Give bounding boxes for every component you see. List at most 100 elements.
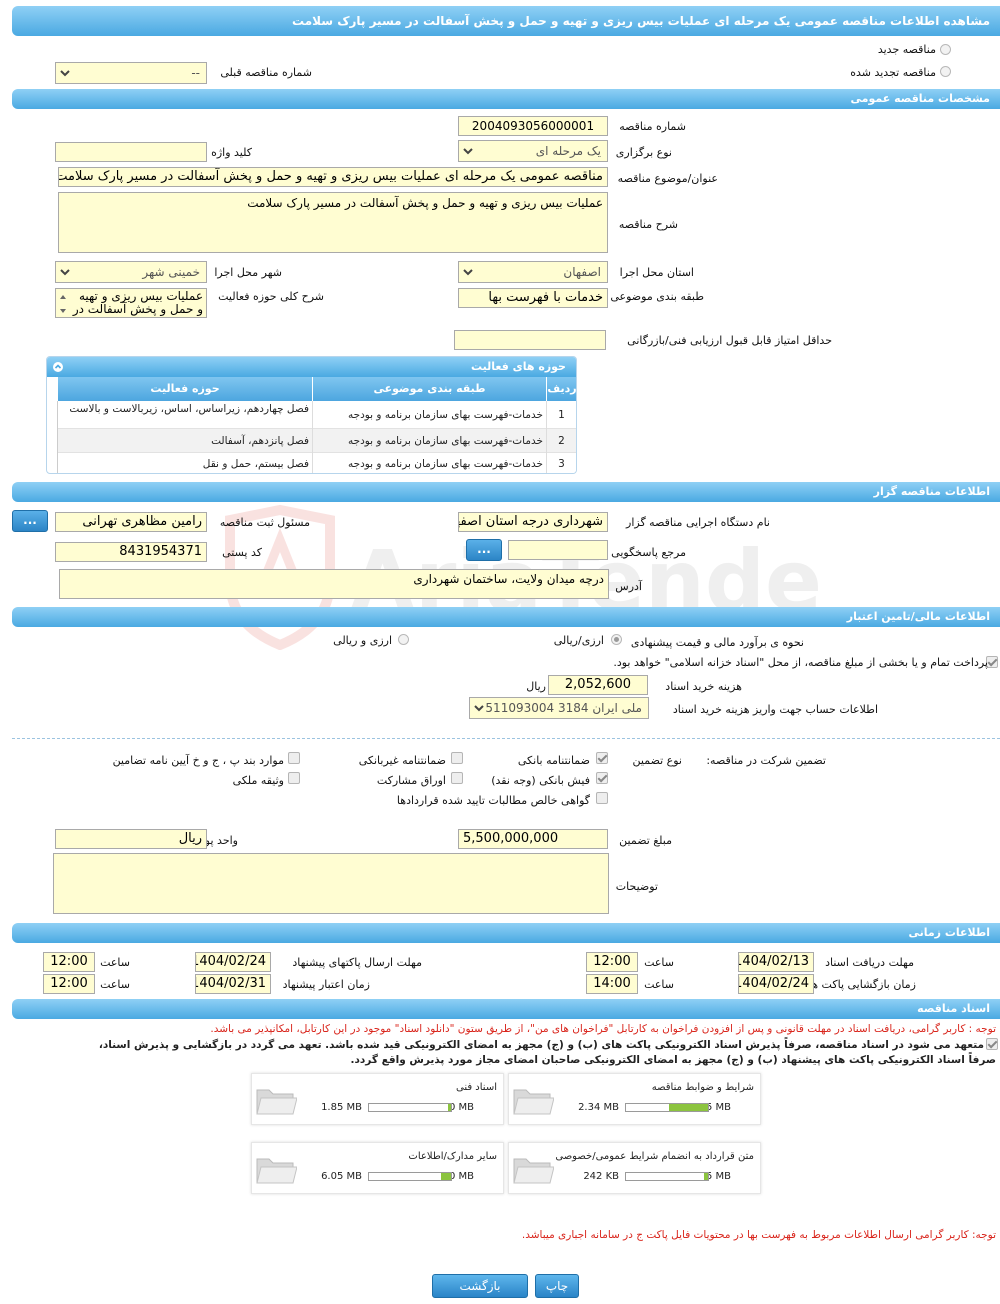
file-card[interactable]: سایر مدارک/اطلاعات 50 MB 6.05 MB bbox=[251, 1142, 504, 1194]
opening-date-field[interactable]: 1404/02/24 bbox=[738, 974, 814, 994]
folder-icon bbox=[256, 1158, 297, 1184]
guarantee-type-label: نوع تضمین bbox=[632, 754, 682, 767]
scroll-arrows-icon[interactable] bbox=[58, 292, 68, 316]
send-date-field[interactable]: 1404/02/24 bbox=[195, 952, 271, 972]
row-number: 2 bbox=[558, 435, 565, 447]
validity-date-field[interactable]: 1404/02/31 bbox=[195, 974, 271, 994]
new-tender-radio[interactable] bbox=[940, 44, 951, 55]
estimate-option-currency-or-rial[interactable] bbox=[611, 634, 622, 645]
tender-number-field[interactable]: 2004093056000001 bbox=[458, 116, 608, 136]
opening-hour-label: ساعت bbox=[644, 978, 674, 991]
guarantee-items-checkbox[interactable] bbox=[288, 752, 300, 764]
responsible-lookup-button[interactable]: ... bbox=[12, 510, 48, 532]
validity-time-field[interactable]: 12:00 bbox=[43, 974, 95, 994]
file-card[interactable]: شرایط و ضوابط مناقصه 5 MB 2.34 MB bbox=[508, 1073, 761, 1125]
docs-note-1: توجه : کاربر گرامی، دریافت اسناد در مهلت… bbox=[210, 1023, 996, 1035]
scope-field[interactable]: عملیات بیس ریزی و تهیه و حمل و پخش آسفال… bbox=[55, 288, 207, 318]
tender-type-select[interactable]: یک مرحله ای bbox=[458, 140, 608, 162]
subject-field[interactable]: مناقصه عمومی یک مرحله ای عملیات بیس ریزی… bbox=[58, 167, 608, 187]
new-tender-label: مناقصه جدید bbox=[877, 43, 936, 56]
guarantee-label: تضمین شرکت در مناقصه: bbox=[706, 754, 826, 767]
file-progress-fill bbox=[441, 1173, 451, 1180]
account-select[interactable]: ملی ایران 3184 511093004 bbox=[469, 697, 649, 719]
reference-field[interactable] bbox=[508, 540, 608, 560]
renewed-tender-radio[interactable] bbox=[940, 66, 951, 77]
row-area: فصل چهاردهم، زیراساس، اساس، زیربالاست و … bbox=[69, 403, 309, 415]
chevron-down-icon bbox=[463, 148, 473, 155]
row-category: خدمات-فهرست بهای سازمان برنامه و بودجه bbox=[347, 458, 543, 470]
collapse-icon[interactable] bbox=[53, 362, 63, 372]
section-general: مشخصات مناقصه عمومی bbox=[12, 89, 1000, 109]
org-field[interactable]: شهرداری درجه استان اصفهان bbox=[458, 512, 608, 532]
postal-code-field[interactable]: 8431954371 bbox=[55, 542, 207, 562]
row-category: خدمات-فهرست بهای سازمان برنامه و بودجه bbox=[347, 409, 543, 421]
guarantee-bonds-checkbox[interactable] bbox=[451, 772, 463, 784]
guarantee-cheque-checkbox[interactable] bbox=[596, 772, 608, 784]
keyword-label: کلید واژه bbox=[211, 146, 252, 159]
section-time: اطلاعات زمانی bbox=[12, 923, 1000, 943]
description-field[interactable]: عملیات بیس ریزی و تهیه و حمل و پخش آسفال… bbox=[58, 192, 608, 253]
guarantee-amount-field[interactable]: 5,500,000,000 bbox=[458, 829, 608, 849]
section-financial: اطلاعات مالی/تامین اعتبار bbox=[12, 607, 1000, 627]
activity-table-title: حوزه های فعالیت bbox=[47, 357, 576, 377]
send-time-field[interactable]: 12:00 bbox=[43, 952, 95, 972]
address-label: آدرس bbox=[615, 580, 642, 593]
activity-table: حوزه های فعالیت ردیف طبقه بندی موضوعی حو… bbox=[46, 356, 577, 474]
province-label: استان محل اجرا bbox=[619, 266, 694, 279]
opening-label: زمان بازگشایی پاکت ها bbox=[808, 978, 916, 991]
opening-time-field[interactable]: 14:00 bbox=[586, 974, 638, 994]
currency-field[interactable]: ریال bbox=[55, 829, 207, 849]
account-label: اطلاعات حساب جهت واریز هزینه خرید اسناد bbox=[672, 703, 878, 716]
page-title: مشاهده اطلاعات مناقصه عمومی یک مرحله ای … bbox=[12, 6, 1000, 36]
subject-label: عنوان/موضوع مناقصه bbox=[617, 172, 718, 185]
guarantee-property-checkbox[interactable] bbox=[288, 772, 300, 784]
send-hour-label: ساعت bbox=[100, 956, 130, 969]
keyword-field[interactable] bbox=[55, 142, 207, 162]
file-progress bbox=[625, 1103, 709, 1112]
folder-icon bbox=[513, 1158, 554, 1184]
category-field[interactable]: خدمات با فهرست بها bbox=[458, 288, 608, 308]
file-progress bbox=[368, 1172, 452, 1181]
notes-label: توضیحات bbox=[615, 880, 658, 893]
file-used-size: 1.85 MB bbox=[321, 1102, 362, 1113]
reference-lookup-button[interactable]: ... bbox=[466, 539, 502, 561]
docs-note-4: توجه: کاربر گرامی ارسال اطلاعات مربوط به… bbox=[521, 1229, 996, 1241]
guarantee-items-label: موارد بند پ ، ج و خ آیین نامه تضامین bbox=[112, 754, 284, 767]
responsible-label: مسئول ثبت مناقصه bbox=[219, 516, 310, 529]
guarantee-bank-checkbox[interactable] bbox=[596, 752, 608, 764]
file-used-size: 2.34 MB bbox=[578, 1102, 619, 1113]
min-score-field[interactable] bbox=[454, 330, 606, 350]
guarantee-nonbank-checkbox[interactable] bbox=[451, 752, 463, 764]
description-label: شرح مناقصه bbox=[618, 218, 678, 231]
prev-number-select[interactable]: -- bbox=[55, 62, 207, 84]
address-field[interactable]: درچه میدان ولایت، ساختمان شهرداری bbox=[59, 569, 609, 599]
folder-icon bbox=[513, 1089, 554, 1115]
city-label: شهر محل اجرا bbox=[214, 266, 282, 279]
receive-date-field[interactable]: 1404/02/13 bbox=[738, 952, 814, 972]
print-button[interactable]: چاپ bbox=[535, 1274, 579, 1298]
file-card[interactable]: متن قرارداد به انضمام شرایط عمومی/خصوصی … bbox=[508, 1142, 761, 1194]
back-button[interactable]: بازگشت bbox=[432, 1274, 528, 1298]
guarantee-nonbank-label: ضمانتنامه غیربانکی bbox=[358, 754, 446, 767]
file-card[interactable]: اسناد فنی 50 MB 1.85 MB bbox=[251, 1073, 504, 1125]
tender-type-label: نوع برگزاری bbox=[615, 146, 672, 159]
section-organizer: اطلاعات مناقصه گزار bbox=[12, 482, 1000, 502]
category-label: طبقه بندی موضوعی bbox=[610, 290, 704, 303]
province-select[interactable]: اصفهان bbox=[458, 261, 608, 283]
estimate-option2-label: ارزی و ریالی bbox=[333, 634, 392, 647]
commitment-checkbox[interactable] bbox=[986, 1038, 998, 1050]
col-category: طبقه بندی موضوعی bbox=[312, 377, 546, 401]
notes-field[interactable] bbox=[53, 853, 609, 914]
prev-number-label: شماره مناقصه قبلی bbox=[220, 66, 312, 79]
scope-label: شرح کلی حوزه فعالیت bbox=[218, 290, 324, 303]
doc-fee-field[interactable]: 2,052,600 bbox=[548, 675, 648, 695]
guarantee-cert-checkbox[interactable] bbox=[596, 792, 608, 804]
receive-time-field[interactable]: 12:00 bbox=[586, 952, 638, 972]
estimate-option-currency-and-rial[interactable] bbox=[398, 634, 409, 645]
city-select[interactable]: خمینی شهر bbox=[55, 261, 207, 283]
responsible-field[interactable]: رامین مظاهری تهرانی bbox=[55, 512, 207, 532]
doc-fee-unit: ریال bbox=[526, 680, 546, 693]
reference-label: مرجع پاسخگویی bbox=[611, 546, 686, 559]
file-progress bbox=[625, 1172, 709, 1181]
receive-deadline-label: مهلت دریافت اسناد bbox=[825, 956, 914, 969]
